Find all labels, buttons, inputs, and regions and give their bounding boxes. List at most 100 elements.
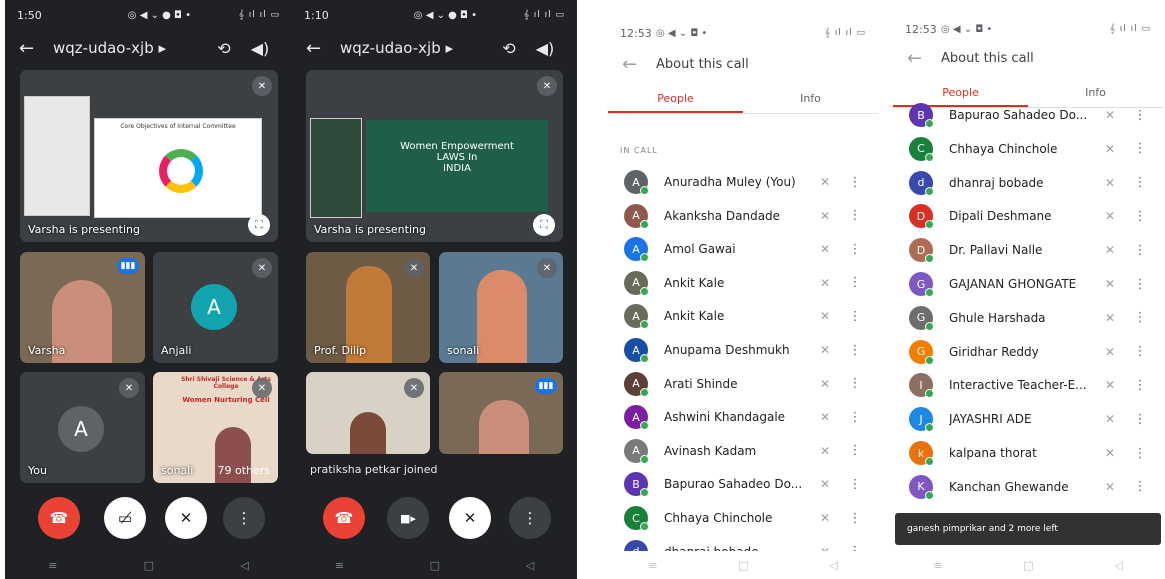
participant-row[interactable]: A Arati Shinde ✕ ⋮	[608, 367, 878, 401]
participant-row[interactable]: A Anuradha Muley (You) ✕ ⋮	[608, 165, 878, 199]
back-nav-icon[interactable]: ◁	[240, 559, 248, 572]
more-options-icon[interactable]: ⋮	[1125, 209, 1155, 224]
flip-camera-icon[interactable]: ⟲	[206, 39, 242, 58]
more-options-icon[interactable]: ⋮	[1125, 412, 1155, 427]
more-options-icon[interactable]: ⋮	[1125, 344, 1155, 359]
avatar: G	[909, 305, 934, 331]
participant-row[interactable]: C Chhaya Chinchole ✕ ⋮	[893, 132, 1163, 166]
phone-screen-3: 12:53 ◎ ◀ ⌄ ◘ • 𝄞 ıl ıl ▭ ← About this c…	[608, 0, 878, 579]
participant-tile-pratiksha[interactable]: ✕	[306, 372, 430, 454]
more-options-icon[interactable]: ⋮	[840, 376, 870, 391]
participant-name: Dr. Pallavi Nalle	[949, 243, 1043, 258]
mic-off-button[interactable]: ✕	[165, 497, 207, 539]
participant-row[interactable]: k kalpana thorat ✕ ⋮	[893, 436, 1163, 470]
participant-row[interactable]: D Dipali Deshmane ✕ ⋮	[893, 199, 1163, 233]
menu-nav-icon[interactable]: ≡	[48, 559, 57, 572]
camera-button[interactable]: ■▸	[387, 497, 429, 539]
more-options-icon[interactable]: ⋮	[1125, 277, 1155, 292]
presentation-tile[interactable]: Women Empowerment LAWS In INDIA ✕ Varsha…	[306, 70, 563, 242]
participant-tile-prof-dilip[interactable]: ✕ Prof. Dilip	[306, 252, 430, 363]
more-options-icon[interactable]: ⋮	[1125, 108, 1155, 123]
back-arrow-icon[interactable]: ←	[907, 48, 941, 69]
participant-row[interactable]: A Avinash Kadam ✕ ⋮	[608, 434, 878, 468]
more-options-icon[interactable]: ⋮	[1125, 175, 1155, 190]
back-arrow-icon[interactable]: ←	[306, 38, 340, 59]
participant-row[interactable]: A Ankit Kale ✕ ⋮	[608, 299, 878, 333]
more-options-icon[interactable]: ⋮	[840, 511, 870, 526]
participant-row[interactable]: D Dr. Pallavi Nalle ✕ ⋮	[893, 233, 1163, 267]
participant-row[interactable]: d dhanraj bobade ✕ ⋮	[893, 166, 1163, 200]
participant-row[interactable]: A Ankit Kale ✕ ⋮	[608, 266, 878, 300]
meeting-code[interactable]: wqz-udao-xjb ▸	[53, 39, 206, 57]
more-options-icon[interactable]: ⋮	[840, 343, 870, 358]
flip-camera-icon[interactable]: ⟲	[491, 39, 527, 58]
mic-off-icon: ✕	[1104, 141, 1116, 156]
more-options-icon[interactable]: ⋮	[840, 208, 870, 223]
home-nav-icon[interactable]: □	[430, 559, 440, 572]
back-arrow-icon[interactable]: ←	[622, 54, 656, 75]
participant-tile-varsha[interactable]: ▮▮▮	[439, 372, 563, 454]
participant-tile-you[interactable]: A ✕ You	[20, 372, 145, 483]
camera-off-button[interactable]: ▭̸	[104, 497, 146, 539]
participant-row[interactable]: K Kanchan Ghewande ✕ ⋮	[893, 470, 1163, 504]
speaker-icon[interactable]: ◀)	[242, 39, 278, 58]
participant-row[interactable]: G GAJANAN GHONGATE ✕ ⋮	[893, 267, 1163, 301]
more-options-icon[interactable]: ⋮	[840, 443, 870, 458]
participant-row[interactable]: B Bapurao Sahadeo Do... ✕ ⋮	[608, 467, 878, 501]
expand-icon[interactable]: ⛶	[248, 214, 270, 236]
more-options-icon[interactable]: ⋮	[1125, 243, 1155, 258]
avatar: A	[624, 170, 649, 195]
home-nav-icon[interactable]: □	[144, 559, 154, 572]
more-options-icon[interactable]: ⋮	[840, 242, 870, 257]
tab-info[interactable]: Info	[743, 84, 878, 113]
back-arrow-icon[interactable]: ←	[19, 38, 53, 59]
more-options-icon[interactable]: ⋮	[1125, 479, 1155, 494]
participant-tile-sonali[interactable]: Shri Shivaji Science & Arts College Wome…	[153, 372, 278, 483]
participant-row[interactable]: G Ghule Harshada ✕ ⋮	[893, 301, 1163, 335]
more-options-icon[interactable]: ⋮	[1125, 446, 1155, 461]
home-nav-icon[interactable]: □	[738, 559, 748, 572]
meeting-code[interactable]: wqz-udao-xjb ▸	[340, 39, 491, 57]
participant-row[interactable]: G Giridhar Reddy ✕ ⋮	[893, 335, 1163, 369]
more-options-icon[interactable]: ⋮	[1125, 141, 1155, 156]
more-options-icon[interactable]: ⋮	[840, 275, 870, 290]
end-call-button[interactable]: ☎	[38, 497, 80, 539]
more-options-button[interactable]: ⋮	[509, 497, 551, 539]
more-options-button[interactable]: ⋮	[223, 497, 265, 539]
menu-nav-icon[interactable]: ≡	[335, 559, 344, 572]
more-options-icon[interactable]: ⋮	[840, 175, 870, 190]
participant-tile-sonali[interactable]: ✕ sonali	[439, 252, 563, 363]
more-options-icon[interactable]: ⋮	[840, 410, 870, 425]
mic-off-button[interactable]: ✕	[449, 497, 491, 539]
participant-row[interactable]: C Chhaya Chinchole ✕ ⋮	[608, 501, 878, 535]
participant-row[interactable]: B Bapurao Sahadeo Do... ✕ ⋮	[893, 98, 1163, 132]
end-call-button[interactable]: ☎	[323, 497, 365, 539]
back-nav-icon[interactable]: ◁	[829, 559, 837, 572]
back-nav-icon[interactable]: ◁	[526, 559, 534, 572]
tab-people[interactable]: People	[608, 84, 743, 113]
participant-row[interactable]: A Ashwini Khandagale ✕ ⋮	[608, 400, 878, 434]
signal-battery-icon: 𝄞 ıl ıl ▭	[523, 10, 566, 20]
page-title: About this call	[656, 56, 749, 72]
more-options-icon[interactable]: ⋮	[1125, 378, 1155, 393]
more-options-icon[interactable]: ⋮	[1125, 310, 1155, 325]
participant-row[interactable]: A Anupama Deshmukh ✕ ⋮	[608, 333, 878, 367]
more-options-icon[interactable]: ⋮	[840, 477, 870, 492]
participant-row[interactable]: A Amol Gawai ✕ ⋮	[608, 232, 878, 266]
speaker-icon[interactable]: ◀)	[527, 39, 563, 58]
menu-nav-icon[interactable]: ≡	[648, 559, 657, 572]
mic-off-icon: ✕	[1104, 277, 1116, 291]
participant-row[interactable]: J JAYASHRI ADE ✕ ⋮	[893, 402, 1163, 436]
more-options-icon[interactable]: ⋮	[840, 309, 870, 324]
participant-row[interactable]: I Interactive Teacher-E... ✕ ⋮	[893, 368, 1163, 402]
participant-tile-anjali[interactable]: A ✕ Anjali	[153, 252, 278, 363]
participant-row[interactable]: A Akanksha Dandade ✕ ⋮	[608, 199, 878, 233]
mic-off-icon: ✕	[819, 477, 831, 492]
participant-tile-varsha[interactable]: ▮▮▮ Varsha	[20, 252, 145, 363]
home-nav-icon[interactable]: □	[1023, 559, 1033, 572]
back-nav-icon[interactable]: ◁	[1114, 559, 1122, 572]
expand-icon[interactable]: ⛶	[533, 214, 555, 236]
participant-name: Chhaya Chinchole	[949, 141, 1058, 156]
menu-nav-icon[interactable]: ≡	[933, 559, 942, 572]
presentation-tile[interactable]: Core Objectives of Internal Committee ✕ …	[20, 70, 278, 242]
